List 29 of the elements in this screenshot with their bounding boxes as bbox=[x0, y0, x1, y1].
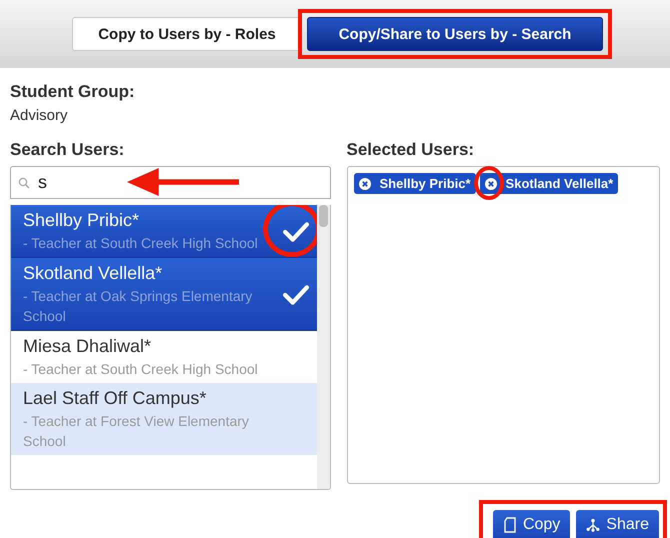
share-icon bbox=[586, 517, 600, 533]
user-row[interactable]: Lael Staff Off Campus* - Teacher at Forest View Elementary School bbox=[11, 383, 316, 455]
remove-icon[interactable] bbox=[358, 178, 370, 190]
user-role: - Teacher at South Creek High School bbox=[23, 234, 259, 253]
user-row[interactable]: Skotland Vellella* - Teacher at Oak Springs Elementary School bbox=[11, 258, 316, 331]
user-name: Miesa Dhaliwal* bbox=[23, 336, 152, 357]
action-button[interactable]: Copy bbox=[492, 510, 570, 538]
user-name: Skotland Vellella* bbox=[23, 263, 164, 284]
tab[interactable]: Copy/Share to Users by - Search bbox=[307, 17, 603, 51]
user-name: Shellby Pribic* bbox=[23, 210, 140, 231]
checkmark-icon bbox=[282, 220, 308, 242]
group-label: Student Group: bbox=[10, 82, 136, 102]
group-value: Advisory bbox=[10, 107, 69, 124]
user-row[interactable]: Shellby Pribic* - Teacher at South Creek High School bbox=[11, 205, 316, 258]
user-role: - Teacher at Oak Springs Elementary School bbox=[23, 287, 254, 326]
search-field[interactable]: s bbox=[10, 166, 330, 199]
selected-label: Selected Users: bbox=[346, 140, 476, 160]
user-role: - Teacher at South Creek High School bbox=[23, 360, 259, 379]
document-icon bbox=[502, 517, 517, 533]
user-tag[interactable]: Skotland Vellella* bbox=[480, 173, 618, 194]
checkmark-icon bbox=[282, 284, 308, 306]
user-tag[interactable]: Shellby Pribic* bbox=[354, 173, 476, 194]
user-name: Lael Staff Off Campus* bbox=[23, 388, 208, 409]
search-icon bbox=[18, 177, 30, 189]
search-label: Search Users: bbox=[10, 140, 126, 160]
remove-icon[interactable] bbox=[484, 178, 497, 190]
scrollbar[interactable] bbox=[316, 205, 330, 489]
action-button[interactable]: Share bbox=[576, 510, 659, 538]
user-role: - Teacher at Forest View Elementary School bbox=[23, 412, 250, 451]
